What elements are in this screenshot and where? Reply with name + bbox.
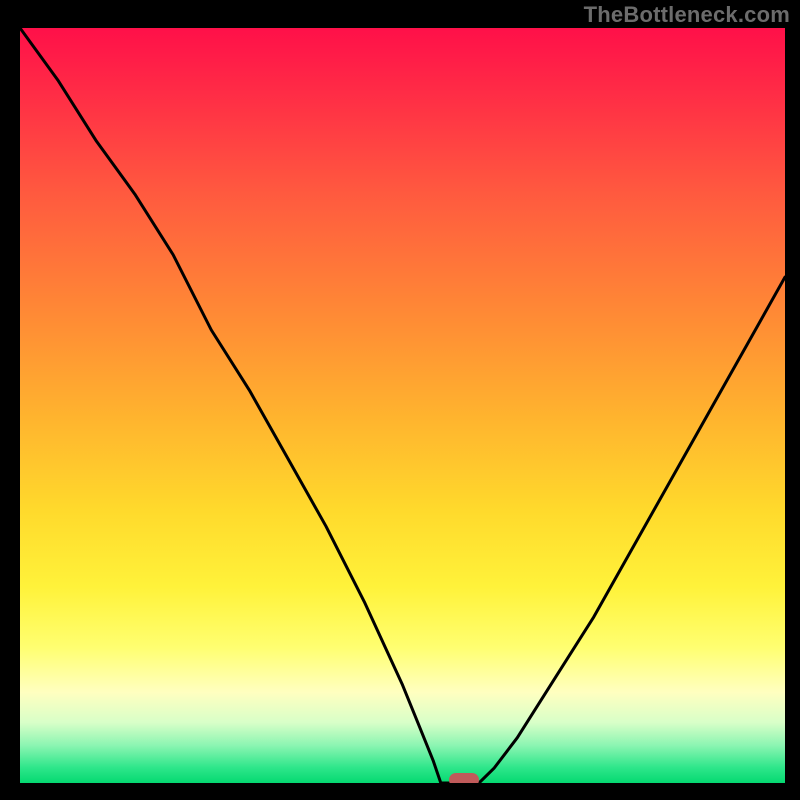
plot-area bbox=[20, 28, 785, 783]
bottleneck-curve bbox=[20, 28, 785, 783]
chart-frame: TheBottleneck.com bbox=[0, 0, 800, 800]
watermark-text: TheBottleneck.com bbox=[584, 2, 790, 28]
optimal-point-marker bbox=[449, 773, 479, 783]
